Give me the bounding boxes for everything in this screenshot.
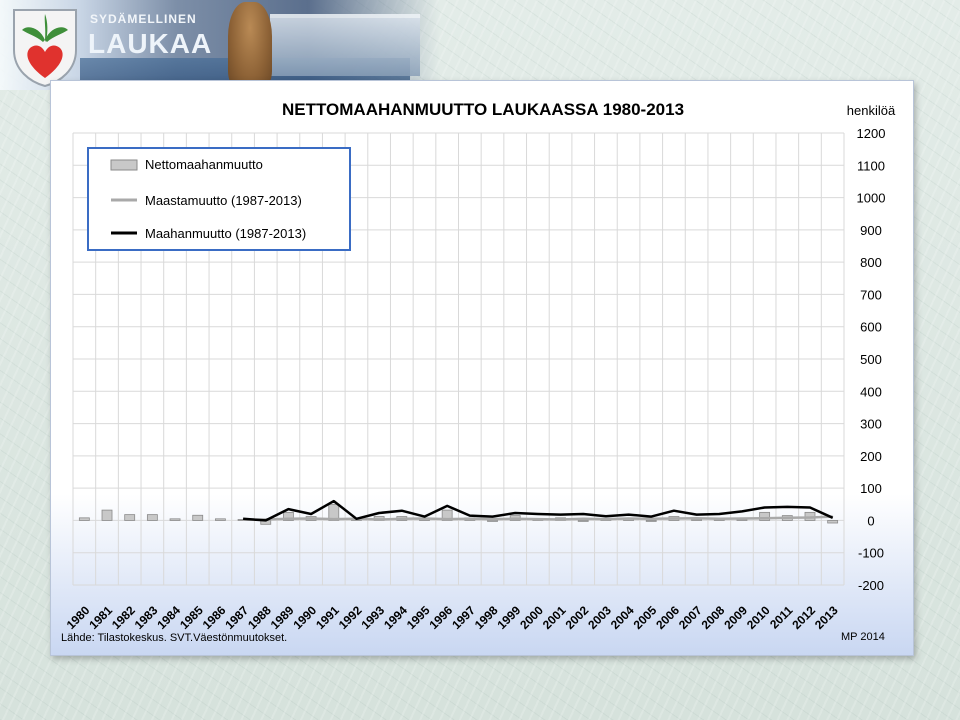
x-tick-label: 1982 xyxy=(109,603,138,632)
bar-2007 xyxy=(691,519,703,521)
bar-1986 xyxy=(214,518,226,521)
x-tick-label: 1996 xyxy=(427,603,456,632)
x-tick-label: 1981 xyxy=(86,603,115,632)
y-tick-label: 200 xyxy=(860,449,882,464)
x-tick-label: 2004 xyxy=(608,603,637,632)
x-tick-label: 1986 xyxy=(200,603,229,632)
bar-1982 xyxy=(124,514,136,521)
x-tick-label: 2001 xyxy=(540,603,569,632)
x-tick-label: 1992 xyxy=(336,603,365,632)
x-tick-label: 1985 xyxy=(177,603,206,632)
x-tick-label: 2008 xyxy=(699,603,728,632)
bar-2005 xyxy=(645,520,657,522)
x-tick-label: 1993 xyxy=(358,603,387,632)
x-tick-label: 2013 xyxy=(812,603,841,632)
x-tick-label: 2007 xyxy=(676,603,705,632)
bar-2013 xyxy=(827,520,839,524)
x-axis-ticks: 1980198119821983198419851986198719881989… xyxy=(64,603,841,632)
bar-1984 xyxy=(169,518,181,521)
x-tick-label: 2003 xyxy=(585,603,614,632)
y-tick-label: 400 xyxy=(860,384,882,399)
x-tick-label: 1995 xyxy=(404,603,433,632)
chart-title: NETTOMAAHANMUUTTO LAUKAASSA 1980-2013 xyxy=(282,100,684,119)
x-tick-label: 1991 xyxy=(313,603,342,632)
x-tick-label: 1990 xyxy=(290,603,319,632)
chart-panel: 1200 1100 1000 900 800 700 600 500 400 300 200 100 0… xyxy=(50,80,914,656)
y-tick-label: 800 xyxy=(860,255,882,270)
x-tick-label: 1980 xyxy=(64,603,93,632)
legend-label-net: Nettomaahanmuutto xyxy=(145,157,263,172)
bar-2002 xyxy=(577,520,589,522)
x-tick-label: 1998 xyxy=(472,603,501,632)
y-tick-label: 100 xyxy=(860,481,882,496)
source-note: Lähde: Tilastokeskus. SVT.Väestönmuutoks… xyxy=(61,632,287,644)
y-tick-label: 600 xyxy=(860,320,882,335)
x-tick-label: 1994 xyxy=(381,603,410,632)
x-tick-label: 2005 xyxy=(631,603,660,632)
x-tick-label: 1997 xyxy=(449,603,478,632)
x-tick-label: 1999 xyxy=(495,603,524,632)
chart: 1200110010009008007006005004003002001000… xyxy=(61,100,896,644)
legend-swatch-net xyxy=(110,159,138,171)
x-tick-label: 2012 xyxy=(789,603,818,632)
legend-label-immigration: Maahanmuutto (1987-2013) xyxy=(145,226,306,241)
bar-1981 xyxy=(101,509,113,521)
y-tick-label: 900 xyxy=(860,223,882,238)
y-tick-label: 300 xyxy=(860,417,882,432)
y-tick-label: 500 xyxy=(860,352,882,367)
bar-1985 xyxy=(192,514,204,521)
x-tick-label: 2000 xyxy=(517,603,546,632)
x-tick-label: 2002 xyxy=(563,603,592,632)
bar-1980 xyxy=(78,517,90,521)
author-credit: MP 2014 xyxy=(841,631,885,643)
x-tick-label: 1988 xyxy=(245,603,274,632)
x-tick-label: 2009 xyxy=(721,603,750,632)
brand-name: LAUKAA xyxy=(88,28,213,59)
x-tick-label: 2011 xyxy=(767,603,796,632)
banner-bear-sculpture xyxy=(228,2,272,88)
y-axis-unit-label: henkilöä xyxy=(847,103,896,118)
y-tick-label: 700 xyxy=(860,287,882,302)
x-tick-label: 2010 xyxy=(744,603,773,632)
legend-label-emigration: Maastamuutto (1987-2013) xyxy=(145,193,302,208)
municipality-crest-icon xyxy=(13,9,77,88)
brand-tagline: SYDÄMELLINEN xyxy=(90,12,197,26)
legend: Nettomaahanmuutto Maastamuutto (1987-201… xyxy=(87,147,351,251)
bar-1998 xyxy=(487,520,498,522)
x-tick-label: 1987 xyxy=(222,603,251,632)
x-tick-label: 1983 xyxy=(132,603,161,632)
y-axis-ticks: 1200110010009008007006005004003002001000… xyxy=(857,126,886,593)
x-tick-label: 2006 xyxy=(653,603,682,632)
y-tick-label: 1100 xyxy=(857,158,885,173)
y-tick-label: 0 xyxy=(867,513,874,528)
y-tick-label: -100 xyxy=(858,546,884,561)
banner-building-photo xyxy=(270,14,420,76)
y-tick-label: -200 xyxy=(858,578,884,593)
x-tick-label: 1984 xyxy=(154,603,183,632)
x-tick-label: 1989 xyxy=(268,603,297,632)
y-tick-label: 1200 xyxy=(857,126,886,141)
bar-1983 xyxy=(146,514,158,521)
y-tick-label: 1000 xyxy=(857,191,886,206)
